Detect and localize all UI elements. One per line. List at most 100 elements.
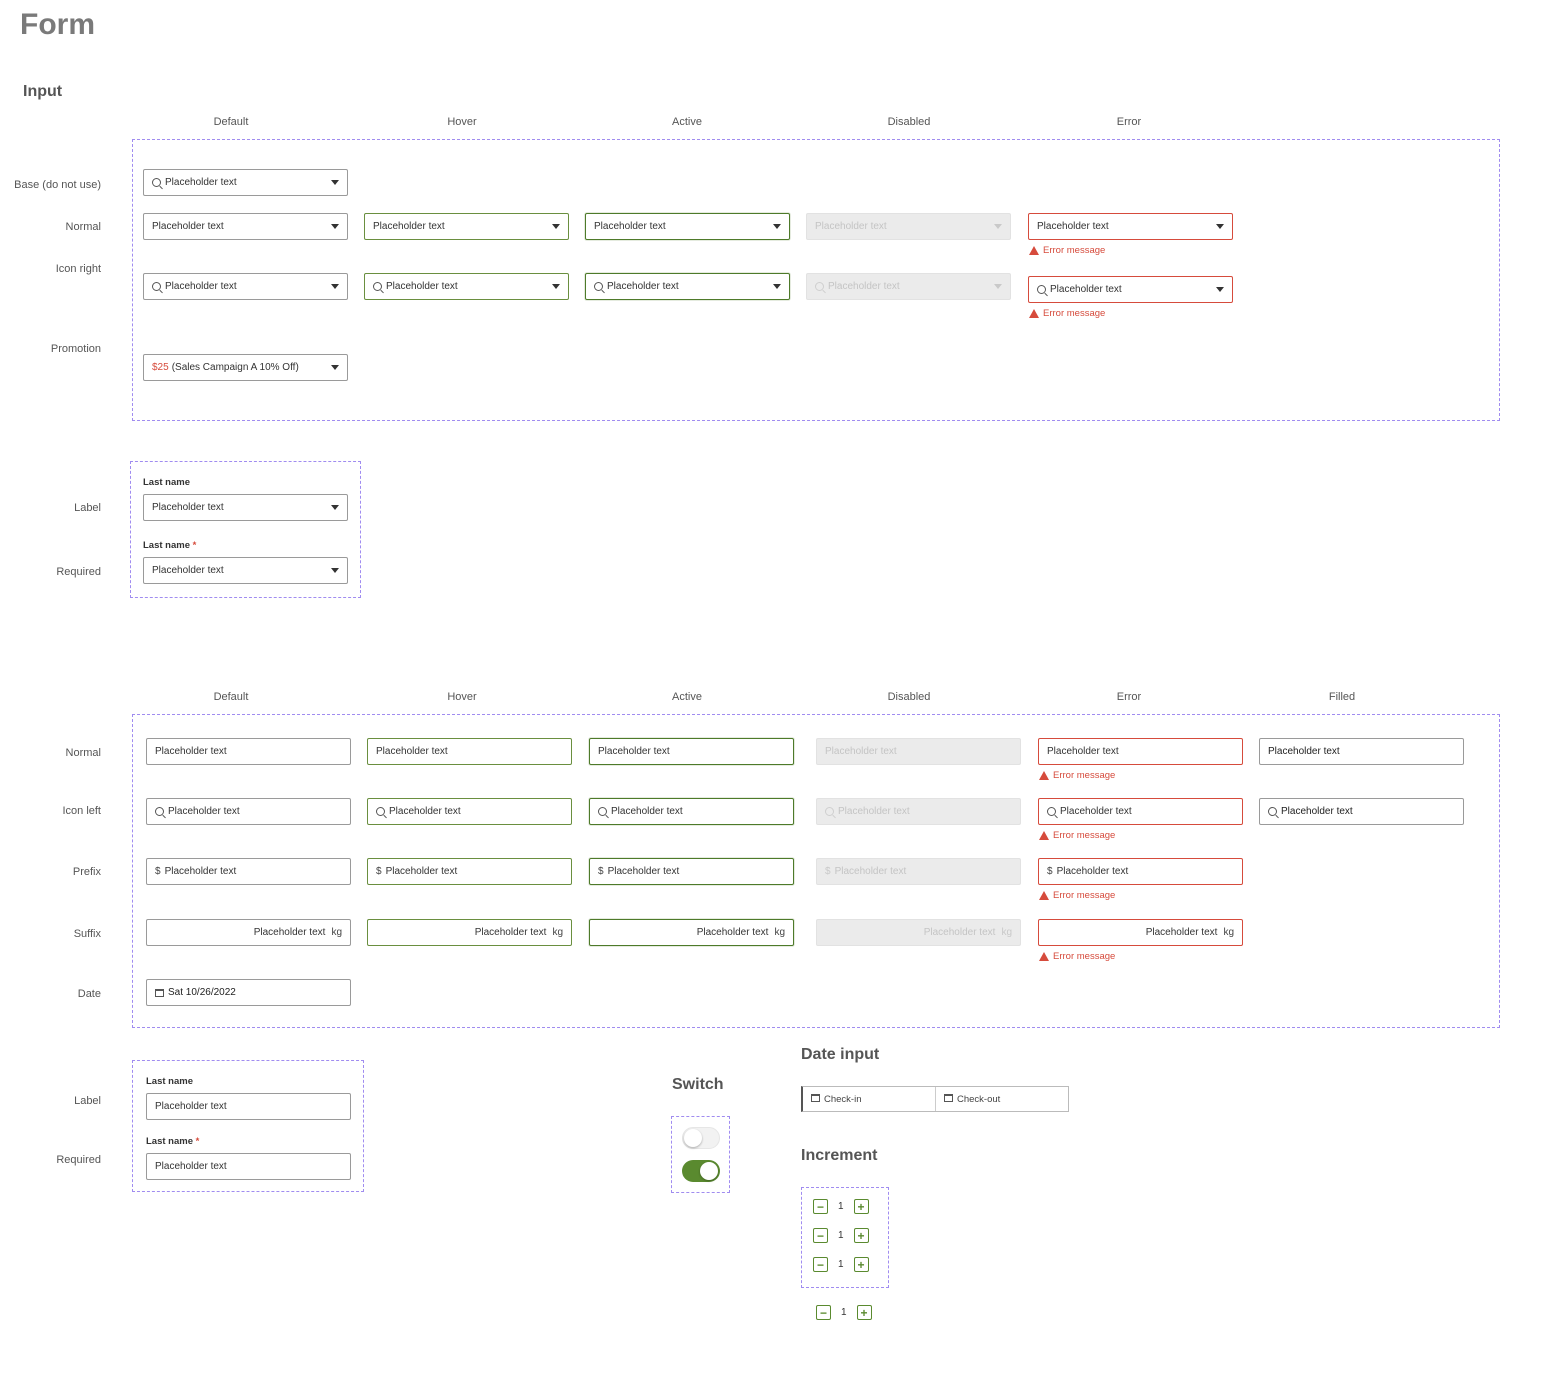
prefix-input-hover[interactable]: $ Placeholder text [367,858,572,885]
required-text-input[interactable]: Placeholder text [146,1153,351,1180]
select-placeholder: Placeholder text [1050,284,1122,295]
icon-input-error[interactable]: Placeholder text [1038,798,1243,825]
date-range-input[interactable]: Check-in Check-out [801,1086,1069,1112]
required-mark: * [192,540,197,551]
check-in-field[interactable]: Check-in [803,1087,935,1111]
increment-button[interactable]: + [853,1257,869,1272]
col-head-default: Default [213,691,249,703]
quantity-stepper[interactable]: − 1 + [813,1257,869,1272]
row-label-date: Date [77,988,101,1000]
icon-select-error[interactable]: Placeholder text [1028,276,1233,303]
prefix-input-default[interactable]: $ Placeholder text [146,858,351,885]
row-label-suffix: Suffix [73,928,101,940]
required-select[interactable]: Placeholder text [143,557,348,584]
select-placeholder: Placeholder text [152,565,224,576]
row-label-normal: Normal [65,747,101,759]
increment-button[interactable]: + [853,1199,869,1214]
increment-button[interactable]: + [853,1228,869,1243]
icon-select-default[interactable]: Placeholder text [143,273,348,300]
chevron-down-icon [1216,224,1224,229]
chevron-down-icon [331,365,339,370]
select-placeholder: Placeholder text [607,281,679,292]
search-icon [152,178,161,187]
text-input-disabled: Placeholder text [816,738,1021,765]
normal-select-active[interactable]: Placeholder text [585,213,790,240]
input-placeholder: Placeholder text [1145,927,1218,938]
chevron-down-icon [331,284,339,289]
date-input-section-title: Date input [801,1046,880,1063]
prefix-input-active[interactable]: $ Placeholder text [589,858,794,885]
quantity-stepper[interactable]: − 1 + [816,1305,872,1320]
check-out-field[interactable]: Check-out [935,1087,1068,1111]
prefix-input-error[interactable]: $ Placeholder text [1038,858,1243,885]
warning-icon [1029,246,1039,255]
quantity-stepper[interactable]: − 1 + [813,1199,869,1214]
decrement-button[interactable]: − [813,1257,828,1272]
col-head-disabled: Disabled [887,116,931,128]
error-message: Error message [1039,951,1115,962]
calendar-icon [811,1093,820,1105]
search-icon [594,282,603,291]
suffix-input-active[interactable]: Placeholder text kg [589,919,794,946]
row-label-icon-right: Icon right [55,263,101,275]
error-message: Error message [1029,245,1105,256]
input-section-title: Input [23,83,63,100]
normal-select-hover[interactable]: Placeholder text [364,213,569,240]
chevron-down-icon [994,224,1002,229]
suffix-input-default[interactable]: Placeholder text kg [146,919,351,946]
text-input-active[interactable]: Placeholder text [589,738,794,765]
switch-on[interactable] [682,1160,720,1182]
unit-suffix: kg [1223,927,1234,938]
dollar-prefix: $ [825,866,831,877]
icon-input-filled[interactable]: Placeholder text [1259,798,1464,825]
dollar-prefix: $ [155,866,161,877]
suffix-input-hover[interactable]: Placeholder text kg [367,919,572,946]
icon-input-active[interactable]: Placeholder text [589,798,794,825]
icon-input-hover[interactable]: Placeholder text [367,798,572,825]
input-placeholder: Placeholder text [385,866,458,877]
input-placeholder: Placeholder text [253,927,326,938]
date-field[interactable]: Sat 10/26/2022 [146,979,351,1006]
search-icon [598,807,607,816]
decrement-button[interactable]: − [816,1305,831,1320]
increment-button[interactable]: + [856,1305,872,1320]
quantity-stepper[interactable]: − 1 + [813,1228,869,1243]
icon-select-hover[interactable]: Placeholder text [364,273,569,300]
icon-input-default[interactable]: Placeholder text [146,798,351,825]
search-icon [155,807,164,816]
col-head-default: Default [213,116,249,128]
error-message: Error message [1039,890,1115,901]
normal-select-disabled: Placeholder text [806,213,1011,240]
input-placeholder: Placeholder text [598,746,670,757]
col-head-hover: Hover [447,691,477,703]
text-input-default[interactable]: Placeholder text [146,738,351,765]
suffix-input-error[interactable]: Placeholder text kg [1038,919,1243,946]
text-input-hover[interactable]: Placeholder text [367,738,572,765]
icon-select-active[interactable]: Placeholder text [585,273,790,300]
input-placeholder: Placeholder text [696,927,769,938]
promotion-select[interactable]: $25 (Sales Campaign A 10% Off) [143,354,348,381]
field-label: Last name [143,477,190,488]
labeled-select[interactable]: Placeholder text [143,494,348,521]
normal-select-default[interactable]: Placeholder text [143,213,348,240]
normal-select-error[interactable]: Placeholder text [1028,213,1233,240]
col-head-filled: Filled [1328,691,1356,703]
required-mark: * [195,1136,200,1147]
labeled-text-input[interactable]: Placeholder text [146,1093,351,1120]
calendar-icon [155,988,164,997]
warning-icon [1039,891,1049,900]
row-label-normal: Normal [65,221,101,233]
increment-section-title: Increment [801,1147,878,1164]
field-label-required: Last name * [146,1136,200,1147]
text-input-filled[interactable]: Placeholder text [1259,738,1464,765]
text-input-error[interactable]: Placeholder text [1038,738,1243,765]
switch-off[interactable] [682,1127,720,1149]
col-head-disabled: Disabled [887,691,931,703]
search-icon [376,807,385,816]
row-label-label: Label [74,502,101,514]
input-placeholder: Placeholder text [923,927,996,938]
base-select[interactable]: Placeholder text [143,169,348,196]
decrement-button[interactable]: − [813,1228,828,1243]
row-label-promotion: Promotion [50,343,101,355]
decrement-button[interactable]: − [813,1199,828,1214]
